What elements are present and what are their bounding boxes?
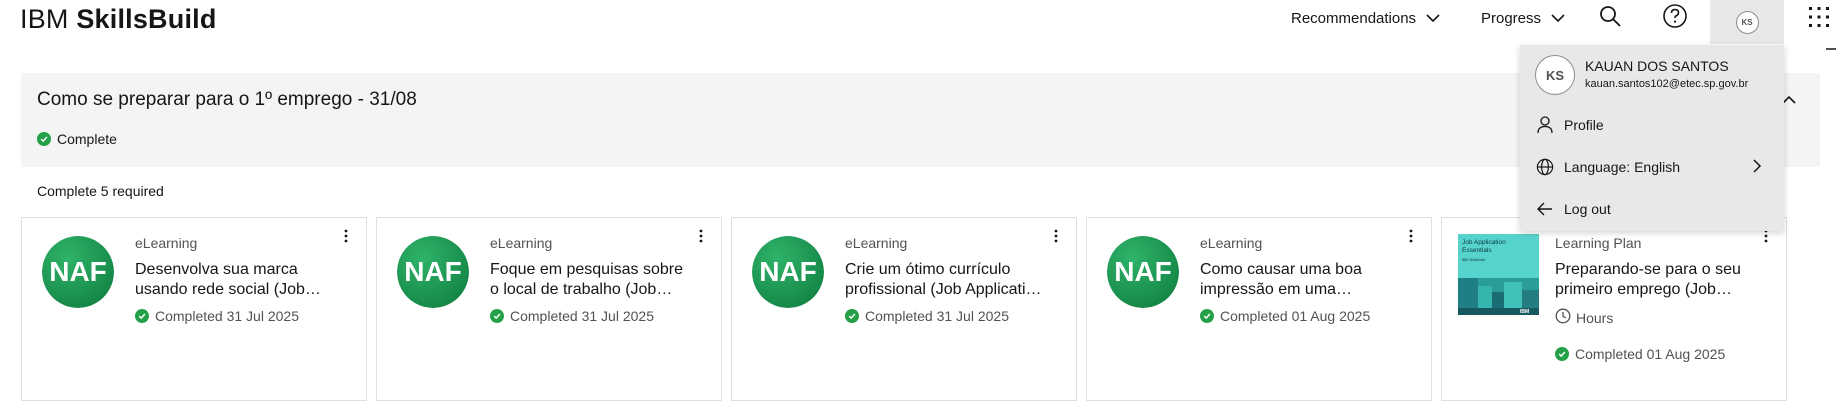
course-card[interactable]: NAF eLearning Foque em pesquisas sobre o… <box>376 217 722 401</box>
card-duration: Hours <box>1555 308 1613 327</box>
overflow-menu-icon <box>699 229 703 248</box>
card-title[interactable]: Foque em pesquisas sobre o local de trab… <box>490 260 690 300</box>
plan-status: Complete <box>37 131 117 147</box>
search-icon <box>1598 4 1622 33</box>
plan-title: Como se preparar para o 1º emprego - 31/… <box>37 89 417 110</box>
chevron-right-icon <box>1752 159 1762 176</box>
menu-item-profile-label: Profile <box>1564 117 1604 133</box>
card-status: Completed 31 Jul 2025 <box>490 308 654 324</box>
clock-icon <box>1555 308 1571 327</box>
card-type: eLearning <box>490 235 553 251</box>
overflow-menu-icon <box>344 229 348 248</box>
menu-item-language[interactable]: Language: English <box>1520 149 1784 185</box>
user-name: KAUAN DOS SANTOS <box>1585 58 1729 74</box>
menu-item-logout-label: Log out <box>1564 201 1611 217</box>
card-status: Completed 31 Jul 2025 <box>135 308 299 324</box>
avatar: KS <box>1735 10 1759 34</box>
check-circle-icon <box>845 309 859 323</box>
menu-item-logout[interactable]: Log out <box>1520 191 1784 227</box>
brand-logo[interactable]: IBM SkillsBuild <box>20 3 217 35</box>
overflow-menu-icon <box>1054 229 1058 248</box>
naf-logo-text: NAF <box>1114 256 1172 287</box>
card-status-label: Completed 01 Aug 2025 <box>1220 308 1371 324</box>
app-switcher-icon <box>1808 6 1830 33</box>
card-status-label: Completed 01 Aug 2025 <box>1575 346 1726 362</box>
page: IBM SkillsBuild Recommendations Progress… <box>0 0 1839 404</box>
course-card[interactable]: NAF eLearning Crie um ótimo currículo pr… <box>731 217 1077 401</box>
avatar: KS <box>1535 55 1575 95</box>
naf-logo-text: NAF <box>759 256 817 287</box>
card-status-label: Completed 31 Jul 2025 <box>155 308 299 324</box>
help-icon <box>1662 3 1688 34</box>
globe-icon <box>1536 158 1554 176</box>
learning-plan-card[interactable]: Job Application Essentials IBM SkillsBui… <box>1441 217 1787 401</box>
card-type: Learning Plan <box>1555 235 1642 251</box>
check-circle-icon <box>37 132 51 146</box>
overflow-menu-button[interactable] <box>1050 229 1062 248</box>
nav-recommendations[interactable]: Recommendations <box>1291 7 1440 29</box>
user-icon <box>1536 116 1554 134</box>
learning-plan-thumbnail: Job Application Essentials IBM SkillsBui… <box>1458 234 1539 315</box>
nav-progress[interactable]: Progress <box>1481 7 1565 29</box>
overflow-menu-icon <box>1764 229 1768 248</box>
naf-logo: NAF <box>42 236 114 308</box>
card-type: eLearning <box>135 235 198 251</box>
card-status-label: Completed 31 Jul 2025 <box>865 308 1009 324</box>
app-switcher-button[interactable] <box>1806 6 1832 32</box>
thumb-title-line2: Essentials <box>1462 247 1492 254</box>
overflow-menu-button[interactable] <box>695 229 707 248</box>
check-circle-icon <box>1200 309 1214 323</box>
naf-logo-text: NAF <box>49 256 107 287</box>
brand-prefix: IBM <box>20 4 69 34</box>
naf-logo: NAF <box>752 236 824 308</box>
naf-logo: NAF <box>397 236 469 308</box>
check-circle-icon <box>1555 347 1569 361</box>
chevron-down-icon <box>1551 10 1565 27</box>
chevron-up-icon <box>1782 92 1796 110</box>
chevron-down-icon <box>1426 10 1440 27</box>
card-title[interactable]: Desenvolva sua marca usando rede social … <box>135 260 335 300</box>
overflow-menu-button[interactable] <box>1405 229 1417 248</box>
overflow-menu-button[interactable] <box>1760 229 1772 248</box>
card-duration-label: Hours <box>1576 309 1614 326</box>
help-button[interactable] <box>1660 3 1690 33</box>
overflow-menu-icon <box>1409 229 1413 248</box>
nav-progress-label: Progress <box>1481 9 1542 27</box>
brand-name: SkillsBuild <box>76 4 217 34</box>
course-card[interactable]: NAF eLearning Como causar uma boa impres… <box>1086 217 1432 401</box>
thumb-title-line1: Job Application <box>1462 239 1506 246</box>
course-card[interactable]: NAF eLearning Desenvolva sua marca usand… <box>21 217 367 401</box>
thumb-brand: IBM <box>1520 309 1529 315</box>
user-email: kauan.santos102@etec.sp.gov.br <box>1585 78 1749 90</box>
check-circle-icon <box>135 309 149 323</box>
required-count-text: Complete 5 required <box>37 183 164 199</box>
naf-logo: NAF <box>1107 236 1179 308</box>
card-status: Completed 01 Aug 2025 <box>1555 346 1725 362</box>
menu-item-profile[interactable]: Profile <box>1520 107 1784 143</box>
plan-status-label: Complete <box>57 131 117 147</box>
card-title[interactable]: Preparando-se para o seu primeiro empreg… <box>1555 260 1755 300</box>
card-status-label: Completed 31 Jul 2025 <box>510 308 654 324</box>
menu-item-language-label: Language: English <box>1564 159 1680 175</box>
card-status: Completed 31 Jul 2025 <box>845 308 1009 324</box>
arrow-left-icon <box>1536 200 1554 218</box>
naf-logo-text: NAF <box>404 256 462 287</box>
nav-recommendations-label: Recommendations <box>1291 9 1417 27</box>
overflow-menu-button[interactable] <box>340 229 352 248</box>
search-button[interactable] <box>1595 3 1625 33</box>
check-circle-icon <box>490 309 504 323</box>
thumb-subtitle: IBM SkillsBuild <box>1462 258 1485 262</box>
user-avatar-button[interactable]: KS <box>1710 0 1784 44</box>
card-title[interactable]: Crie um ótimo currículo profissional (Jo… <box>845 260 1045 300</box>
card-type: eLearning <box>1200 235 1263 251</box>
profile-menu: KS KAUAN DOS SANTOS kauan.santos102@etec… <box>1520 45 1784 231</box>
card-type: eLearning <box>845 235 908 251</box>
card-status: Completed 01 Aug 2025 <box>1200 308 1370 324</box>
divider <box>1826 38 1836 50</box>
card-title[interactable]: Como causar uma boa impressão em uma ent… <box>1200 260 1400 300</box>
